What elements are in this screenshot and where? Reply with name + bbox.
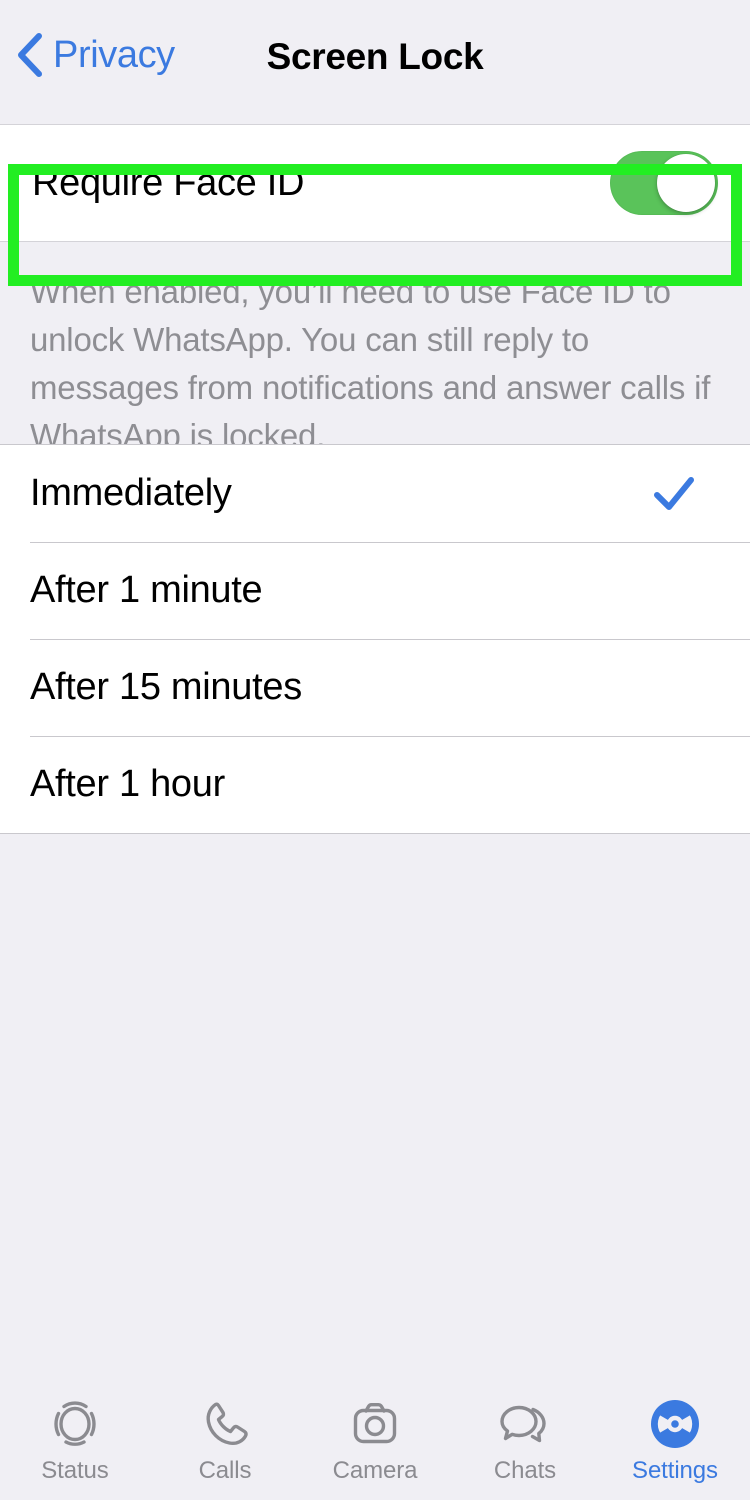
tab-status[interactable]: Status bbox=[0, 1396, 150, 1483]
option-label: After 1 hour bbox=[30, 763, 225, 805]
tab-chats[interactable]: Chats bbox=[450, 1396, 600, 1483]
require-face-id-label: Require Face ID bbox=[32, 161, 305, 204]
status-rings-icon bbox=[54, 1401, 96, 1446]
chat-bubbles-icon bbox=[500, 1405, 546, 1443]
page-title: Screen Lock bbox=[266, 36, 484, 77]
option-row-after-1-minute[interactable]: After 1 minute bbox=[0, 542, 750, 639]
toggle-knob bbox=[657, 154, 715, 212]
option-row-after-1-hour[interactable]: After 1 hour bbox=[0, 736, 750, 833]
tab-label: Status bbox=[41, 1457, 109, 1484]
tab-label: Camera bbox=[332, 1457, 418, 1484]
camera-icon bbox=[353, 1403, 397, 1444]
tab-label: Settings bbox=[632, 1457, 718, 1484]
lock-timing-options-list: Immediately After 1 minute After 15 minu… bbox=[0, 444, 750, 834]
phone-icon bbox=[206, 1402, 248, 1446]
option-label: After 15 minutes bbox=[30, 666, 302, 708]
gear-icon bbox=[651, 1400, 699, 1448]
tab-camera[interactable]: Camera bbox=[300, 1396, 450, 1483]
content-filler bbox=[0, 834, 750, 1382]
option-row-after-15-minutes[interactable]: After 15 minutes bbox=[0, 639, 750, 736]
option-label: Immediately bbox=[30, 472, 232, 514]
checkmark-icon bbox=[654, 476, 694, 510]
require-face-id-toggle[interactable] bbox=[610, 151, 718, 215]
tab-calls[interactable]: Calls bbox=[150, 1396, 300, 1483]
tab-label: Chats bbox=[493, 1457, 557, 1484]
tab-label: Calls bbox=[198, 1457, 252, 1484]
option-label: After 1 minute bbox=[30, 569, 263, 611]
face-id-description: When enabled, you’ll need to use Face ID… bbox=[30, 273, 711, 454]
navigation-bar: Privacy Screen Lock bbox=[0, 0, 750, 120]
bottom-tab-bar: Status Calls Camera Chats Settings bbox=[0, 1382, 750, 1500]
require-face-id-row[interactable]: Require Face ID bbox=[0, 124, 750, 242]
screen-lock-screen: Privacy Screen Lock Require Face ID When… bbox=[0, 0, 750, 1500]
require-face-id-section: Require Face ID bbox=[0, 120, 750, 250]
tab-settings[interactable]: Settings bbox=[600, 1396, 750, 1483]
option-row-immediately[interactable]: Immediately bbox=[0, 445, 750, 542]
